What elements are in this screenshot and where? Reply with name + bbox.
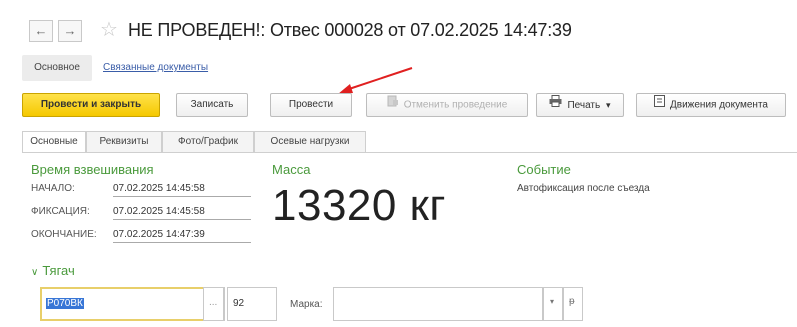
plate-value: Р070ВК	[46, 298, 84, 309]
tab-requisites[interactable]: Реквизиты	[86, 131, 162, 153]
document-movements-label: Движения документа	[670, 99, 768, 111]
arrow-left-icon: ←	[34, 23, 48, 38]
end-label: ОКОНЧАНИЕ:	[31, 229, 97, 240]
region-value: 92	[233, 298, 245, 309]
document-icon	[654, 94, 665, 116]
post-button[interactable]: Провести	[270, 93, 352, 117]
document-movements-button[interactable]: Движения документа	[636, 93, 786, 117]
brand-label: Марка:	[290, 299, 323, 310]
fixation-value[interactable]: 07.02.2025 14:45:58	[113, 205, 251, 220]
section-tab-related-documents[interactable]: Связанные документы	[103, 55, 208, 81]
mass-value: 13320 кг	[272, 181, 446, 230]
chevron-down-icon: ▾	[606, 100, 611, 110]
region-input[interactable]: 92	[227, 287, 277, 321]
start-label: НАЧАЛО:	[31, 183, 75, 194]
tabs-divider	[22, 152, 797, 153]
chevron-down-icon: ∨	[31, 267, 39, 278]
weighing-time-header: Время взвешивания	[31, 162, 154, 177]
window-title: НЕ ПРОВЕДЕН!: Отвес 000028 от 07.02.2025…	[128, 20, 572, 40]
chevron-down-icon: ▾	[550, 297, 555, 306]
fixation-label: ФИКСАЦИЯ:	[31, 206, 90, 217]
cancel-posting-icon	[387, 94, 399, 116]
print-label: Печать	[567, 100, 601, 111]
end-value[interactable]: 07.02.2025 14:47:39	[113, 228, 251, 243]
print-button[interactable]: Печать ▾	[536, 93, 624, 117]
tab-main[interactable]: Основные	[22, 131, 86, 153]
brand-open-button[interactable]: ᵽ	[563, 287, 583, 321]
cancel-posting-button[interactable]: Отменить проведение	[366, 93, 528, 117]
mass-header: Масса	[272, 162, 311, 177]
arrow-right-icon: →	[63, 23, 77, 38]
ellipsis-icon: ...	[209, 297, 218, 308]
plate-select-button[interactable]: ...	[203, 287, 224, 321]
save-button[interactable]: Записать	[176, 93, 248, 117]
tractor-header: Тягач	[42, 263, 75, 278]
favorite-star-icon[interactable]: ☆	[100, 18, 118, 42]
event-header: Событие	[517, 162, 571, 177]
tab-photo-graph[interactable]: Фото/График	[162, 131, 254, 153]
section-tab-main[interactable]: Основное	[22, 55, 92, 81]
start-value[interactable]: 07.02.2025 14:45:58	[113, 182, 251, 197]
tab-axle-loads[interactable]: Осевые нагрузки	[254, 131, 366, 153]
event-text: Автофиксация после съезда	[517, 183, 650, 194]
back-button[interactable]: ←	[29, 20, 53, 42]
post-and-close-button[interactable]: Провести и закрыть	[22, 93, 160, 117]
plate-input[interactable]: Р070ВК	[40, 287, 222, 321]
tractor-group-toggle[interactable]: ∨ Тягач	[31, 263, 75, 281]
brand-dropdown-button[interactable]: ▾	[543, 287, 563, 321]
brand-input[interactable]	[333, 287, 543, 321]
printer-icon	[549, 94, 562, 116]
forward-button[interactable]: →	[58, 20, 82, 42]
cancel-posting-label: Отменить проведение	[403, 99, 508, 111]
link-icon: ᵽ	[569, 296, 575, 307]
